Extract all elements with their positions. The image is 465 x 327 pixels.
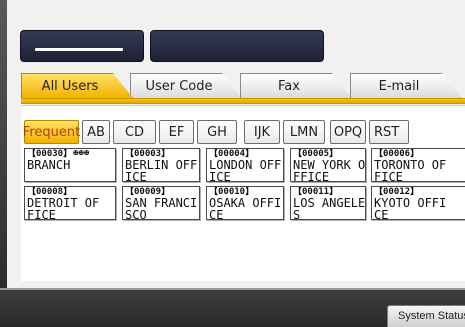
entry-name: BERLIN OFFICE bbox=[125, 158, 198, 182]
entry-name: SAN FRANCISCO bbox=[125, 196, 198, 220]
title-placeholder bbox=[35, 48, 123, 51]
filter-ef[interactable]: EF bbox=[159, 120, 194, 144]
tab-underline bbox=[21, 98, 465, 104]
entry-name: OSAKA OFFICE bbox=[209, 196, 282, 220]
filter-opq[interactable]: OPQ bbox=[330, 120, 366, 144]
filter-cd[interactable]: CD bbox=[113, 120, 156, 144]
address-entry[interactable]: 【00004】 LONDON OFFICE bbox=[206, 148, 284, 182]
filter-frequent[interactable]: Frequent bbox=[23, 120, 80, 144]
entry-name: KYOTO OFFICE bbox=[374, 196, 447, 220]
main-panel: All Users User Code Fax E-mail Frequent … bbox=[0, 0, 465, 290]
address-entry[interactable]: 【00011】 LOS ANGELES bbox=[290, 186, 366, 220]
filter-ijk[interactable]: IJK bbox=[244, 120, 280, 144]
address-entry[interactable]: 【00003】 BERLIN OFFICE bbox=[122, 148, 200, 182]
title-box bbox=[20, 30, 144, 62]
address-entry[interactable]: 【00008】 DETROIT OFFICE bbox=[24, 186, 116, 220]
entry-name: LONDON OFFICE bbox=[209, 158, 282, 182]
tab-all-users[interactable]: All Users bbox=[21, 73, 133, 98]
address-entry[interactable]: 【00010】 OSAKA OFFICE bbox=[206, 186, 284, 220]
system-status-button[interactable]: System Status bbox=[387, 305, 465, 327]
entry-name: DETROIT OFFICE bbox=[27, 196, 100, 220]
filter-lmn[interactable]: LMN bbox=[283, 120, 325, 144]
entry-name: NEW YORK OFFICE bbox=[293, 158, 366, 182]
address-entry[interactable]: 【00030】☻☻☻ BRANCH bbox=[24, 148, 116, 182]
tab-email[interactable]: E-mail bbox=[350, 73, 462, 98]
tab-fax[interactable]: Fax bbox=[240, 73, 352, 98]
address-entry[interactable]: 【00009】 SAN FRANCISCO bbox=[122, 186, 200, 220]
entry-name: TORONTO OFFICE bbox=[374, 158, 447, 182]
address-entry[interactable]: 【00012】 KYOTO OFFICE bbox=[371, 186, 465, 220]
address-entry[interactable]: 【00006】 TORONTO OFFICE bbox=[371, 148, 465, 182]
filter-ab[interactable]: AB bbox=[82, 120, 110, 144]
address-entry[interactable]: 【00005】 NEW YORK OFFICE bbox=[290, 148, 366, 182]
group-icon: ☻☻☻ bbox=[73, 149, 90, 159]
entry-name: BRANCH bbox=[27, 158, 71, 172]
filter-gh[interactable]: GH bbox=[197, 120, 237, 144]
tab-user-code[interactable]: User Code bbox=[130, 73, 242, 98]
entry-name: LOS ANGELES bbox=[293, 196, 366, 220]
left-edge bbox=[0, 0, 7, 288]
filter-rst[interactable]: RST bbox=[369, 120, 409, 144]
info-box bbox=[150, 30, 324, 62]
